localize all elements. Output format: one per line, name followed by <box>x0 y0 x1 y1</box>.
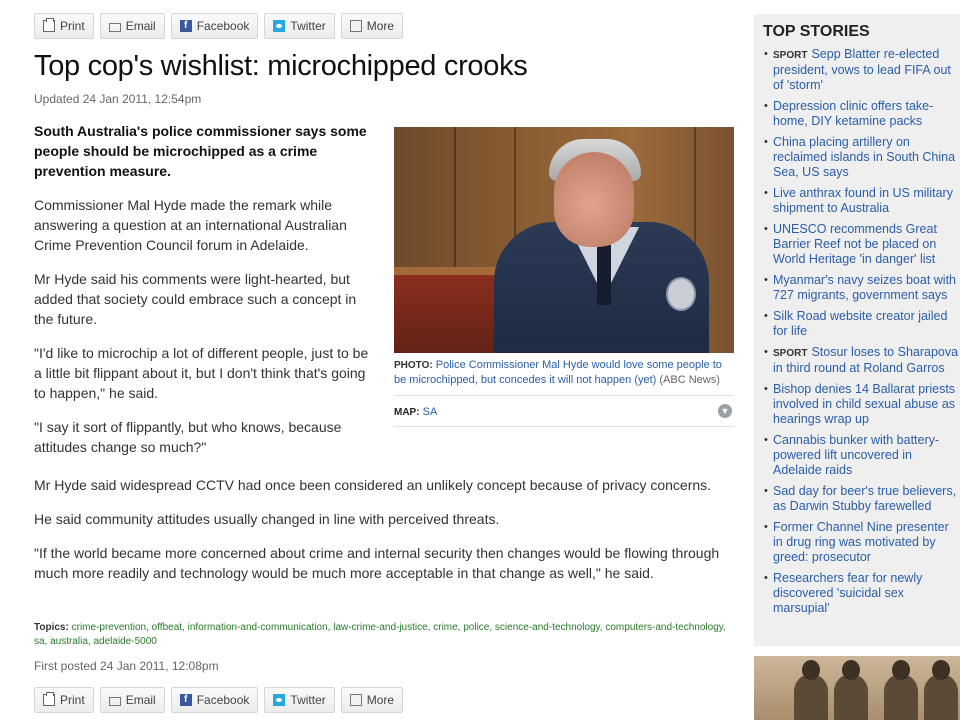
article-paragraph: Mr Hyde said his comments were light-hea… <box>34 271 357 327</box>
more-icon <box>349 20 362 32</box>
article-body-wide: Mr Hyde said widespread CCTV had once be… <box>34 475 739 597</box>
photo-label: PHOTO: <box>394 360 433 371</box>
email-label: Email <box>125 19 156 33</box>
share-bar-top: Print Email f Facebook Twitter More <box>34 13 404 39</box>
top-story-item[interactable]: Cannabis bunker with battery-powered lif… <box>764 433 960 478</box>
more-button[interactable]: More <box>340 687 404 713</box>
first-posted-timestamp: First posted 24 Jan 2011, 12:08pm <box>34 659 219 673</box>
facebook-label: Facebook <box>196 693 250 707</box>
photo-source: (ABC News) <box>659 374 720 386</box>
facebook-label: Facebook <box>196 19 250 33</box>
topics: Topics: crime-prevention, offbeat, infor… <box>34 621 739 649</box>
top-story-item[interactable]: China placing artillery on reclaimed isl… <box>764 135 960 180</box>
printer-icon <box>43 18 55 32</box>
story-link[interactable]: China placing artillery on reclaimed isl… <box>773 135 955 179</box>
top-story-item[interactable]: Researchers fear for newly discovered 's… <box>764 571 960 616</box>
story-link[interactable]: Former Channel Nine presenter in drug ri… <box>773 520 949 564</box>
facebook-button[interactable]: f Facebook <box>170 687 259 713</box>
article-paragraph: Mr Hyde said widespread CCTV had once be… <box>34 477 712 493</box>
story-tag: SPORT <box>773 348 808 359</box>
story-link[interactable]: UNESCO recommends Great Barrier Reef not… <box>773 222 937 266</box>
print-button[interactable]: Print <box>34 687 94 713</box>
top-stories-title: TOP STORIES <box>763 23 870 40</box>
top-story-item[interactable]: Myanmar's navy seizes boat with 727 migr… <box>764 273 960 303</box>
article-body-narrow: South Australia's police commissioner sa… <box>34 121 379 471</box>
print-label: Print <box>60 19 85 33</box>
story-tag: SPORT <box>773 50 808 61</box>
more-label: More <box>366 693 395 707</box>
story-link[interactable]: Live anthrax found in US military shipme… <box>773 186 953 215</box>
top-story-item[interactable]: Former Channel Nine presenter in drug ri… <box>764 520 960 565</box>
article-paragraph: "I'd like to microchip a lot of differen… <box>34 345 369 401</box>
top-stories-sidebar: TOP STORIES SPORTSepp Blatter re-elected… <box>754 14 960 646</box>
article-paragraph: He said community attitudes usually chan… <box>34 511 500 527</box>
more-label: More <box>366 19 395 33</box>
share-bar-bottom: Print Email f Facebook Twitter More <box>34 687 404 713</box>
twitter-icon <box>273 694 286 706</box>
photo-caption: PHOTO: Police Commissioner Mal Hyde woul… <box>394 358 734 387</box>
map-label: MAP: <box>394 407 420 418</box>
map-row[interactable]: MAP: SA ▼ <box>394 395 734 427</box>
twitter-label: Twitter <box>290 693 326 707</box>
article-paragraph: Commissioner Mal Hyde made the remark wh… <box>34 197 347 253</box>
article-lead: South Australia's police commissioner sa… <box>34 123 367 179</box>
story-link[interactable]: Sad day for beer's true believers, as Da… <box>773 484 956 513</box>
top-story-item[interactable]: Bishop denies 14 Ballarat priests involv… <box>764 382 960 427</box>
photo-box: PHOTO: Police Commissioner Mal Hyde woul… <box>394 127 734 427</box>
email-button[interactable]: Email <box>99 13 165 39</box>
article-photo[interactable] <box>394 127 734 353</box>
printer-icon <box>43 692 55 706</box>
twitter-button[interactable]: Twitter <box>264 687 335 713</box>
twitter-icon <box>273 20 286 32</box>
print-label: Print <box>60 693 85 707</box>
topics-links[interactable]: crime-prevention, offbeat, information-a… <box>34 622 726 647</box>
top-story-item[interactable]: Silk Road website creator jailed for lif… <box>764 309 960 339</box>
top-story-item[interactable]: Sad day for beer's true believers, as Da… <box>764 484 960 514</box>
facebook-button[interactable]: f Facebook <box>170 13 259 39</box>
sidebar-photo[interactable] <box>754 656 960 720</box>
article-paragraph: "If the world became more concerned abou… <box>34 545 720 581</box>
email-label: Email <box>125 693 156 707</box>
story-link[interactable]: Bishop denies 14 Ballarat priests involv… <box>773 382 955 426</box>
article-title: Top cop's wishlist: microchipped crooks <box>34 50 528 82</box>
top-story-item[interactable]: SPORTStosur loses to Sharapova in third … <box>764 345 960 376</box>
story-link[interactable]: Silk Road website creator jailed for lif… <box>773 309 947 338</box>
top-story-item[interactable]: SPORTSepp Blatter re-elected president, … <box>764 47 960 93</box>
top-stories-list: SPORTSepp Blatter re-elected president, … <box>764 47 960 622</box>
story-link[interactable]: Cannabis bunker with battery-powered lif… <box>773 433 939 477</box>
story-link[interactable]: Myanmar's navy seizes boat with 727 migr… <box>773 273 956 302</box>
email-button[interactable]: Email <box>99 687 165 713</box>
email-icon <box>108 696 121 706</box>
story-link[interactable]: Depression clinic offers take-home, DIY … <box>773 99 933 128</box>
article-paragraph: "I say it sort of flippantly, but who kn… <box>34 419 342 455</box>
twitter-label: Twitter <box>290 19 326 33</box>
top-story-item[interactable]: Depression clinic offers take-home, DIY … <box>764 99 960 129</box>
story-link[interactable]: Researchers fear for newly discovered 's… <box>773 571 922 615</box>
chevron-down-icon[interactable]: ▼ <box>718 404 732 418</box>
updated-timestamp: Updated 24 Jan 2011, 12:54pm <box>34 92 202 106</box>
twitter-button[interactable]: Twitter <box>264 13 335 39</box>
map-link[interactable]: SA <box>423 406 438 418</box>
topics-label: Topics: <box>34 622 69 633</box>
email-icon <box>108 22 121 32</box>
facebook-icon: f <box>179 694 192 706</box>
facebook-icon: f <box>179 20 192 32</box>
more-icon <box>349 694 362 706</box>
print-button[interactable]: Print <box>34 13 94 39</box>
top-story-item[interactable]: Live anthrax found in US military shipme… <box>764 186 960 216</box>
more-button[interactable]: More <box>340 13 404 39</box>
top-story-item[interactable]: UNESCO recommends Great Barrier Reef not… <box>764 222 960 267</box>
